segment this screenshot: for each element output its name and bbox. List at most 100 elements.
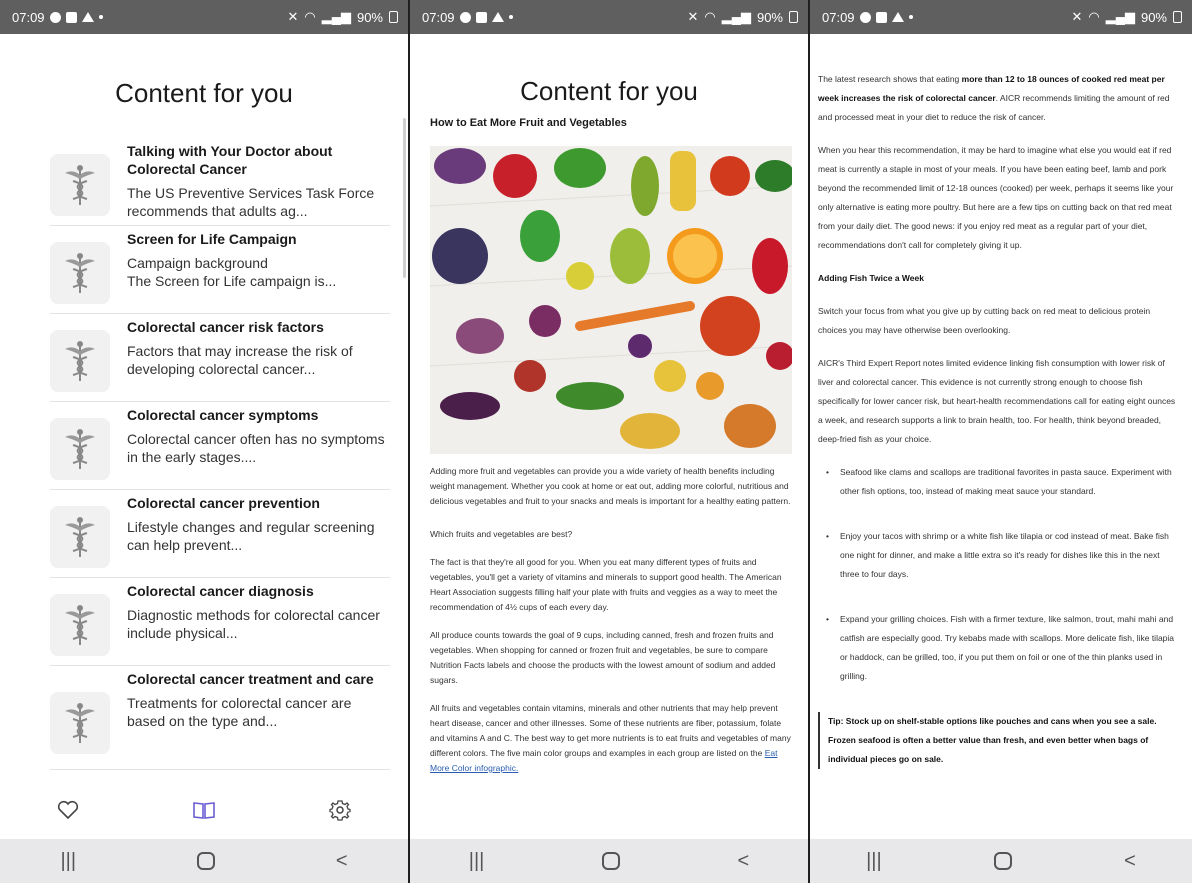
wifi-icon: ◠ — [704, 9, 716, 24]
list-item[interactable]: Talking with Your Doctor about Colorecta… — [50, 138, 390, 226]
mute-icon: ✕ — [1071, 9, 1083, 24]
list-item[interactable]: Colorectal cancer treatment and care Tre… — [50, 666, 390, 770]
caduceus-icon — [50, 594, 110, 656]
recent-apps-button[interactable]: ||| — [60, 850, 76, 873]
signal-icon: ▂▄▆ — [721, 9, 751, 24]
paragraph: Switch your focus from what you give up … — [818, 306, 1151, 335]
paragraph: All fruits and vegetables contain vitami… — [430, 701, 794, 776]
gear-icon — [329, 799, 351, 821]
dot-icon — [508, 15, 513, 19]
section-heading: Adding Fish Twice a Week — [818, 273, 924, 283]
cast-icon — [475, 11, 487, 23]
list-item: Seafood like clams and scallops are trad… — [826, 463, 1178, 501]
paragraph: The latest research shows that eating mo… — [818, 70, 1178, 127]
item-description: Colorectal cancer often has no symptoms … — [127, 431, 385, 465]
notification-icon — [859, 11, 871, 23]
caduceus-icon — [50, 154, 110, 216]
alert-icon — [491, 12, 504, 22]
status-time: 07:09 — [12, 9, 45, 25]
caduceus-icon — [50, 506, 110, 568]
system-navigation-bar: ||| < — [0, 839, 408, 883]
item-description: Lifestyle changes and regular screening … — [127, 519, 375, 553]
page-title: Content for you — [520, 76, 698, 106]
battery-icon — [1173, 11, 1182, 23]
paragraph: AICR's Third Expert Report notes limited… — [818, 358, 1176, 444]
notification-icon — [49, 11, 61, 23]
page-title: Content for you — [115, 78, 293, 108]
item-title: Colorectal cancer prevention — [127, 495, 320, 511]
alert-icon — [81, 12, 94, 22]
list-item[interactable]: Colorectal cancer prevention Lifestyle c… — [50, 490, 390, 578]
item-description: The US Preventive Services Task Force re… — [127, 185, 375, 219]
recent-apps-button[interactable]: ||| — [469, 850, 485, 873]
mute-icon: ✕ — [287, 9, 299, 24]
battery-icon — [389, 11, 398, 23]
article-body: The latest research shows that eating mo… — [818, 70, 1178, 769]
book-icon — [193, 801, 215, 819]
battery-level: 90% — [1140, 9, 1167, 25]
article-body: Adding more fruit and vegetables can pro… — [430, 464, 794, 789]
back-button[interactable]: < — [738, 850, 750, 873]
wifi-icon: ◠ — [1088, 9, 1100, 24]
status-bar: 07:09 ✕ ◠ ▂▄▆ 90% — [810, 0, 1192, 34]
caduceus-icon — [50, 330, 110, 392]
back-button[interactable]: < — [1124, 850, 1136, 873]
tab-library[interactable] — [192, 800, 216, 825]
list-item: Enjoy your tacos with shrimp or a white … — [826, 527, 1178, 584]
home-button[interactable] — [993, 852, 1012, 870]
alert-icon — [891, 12, 904, 22]
home-button[interactable] — [196, 852, 215, 870]
signal-icon: ▂▄▆ — [321, 9, 351, 24]
dot-icon — [98, 15, 103, 19]
dot-icon — [908, 15, 913, 19]
article-title: How to Eat More Fruit and Vegetables — [430, 117, 627, 129]
status-time: 07:09 — [822, 9, 855, 25]
home-button[interactable] — [601, 852, 620, 870]
screen-article-fish: 07:09 ✕ ◠ ▂▄▆ 90% The latest research sh… — [810, 0, 1192, 883]
cast-icon — [65, 11, 77, 23]
tip-callout: Tip: Stock up on shelf-stable options li… — [818, 712, 1178, 769]
paragraph-text: The latest research shows that eating — [818, 74, 962, 84]
tab-favorites[interactable] — [57, 800, 79, 825]
battery-icon — [789, 11, 798, 23]
item-title: Colorectal cancer symptoms — [127, 407, 319, 423]
list-item[interactable]: Colorectal cancer diagnosis Diagnostic m… — [50, 578, 390, 666]
screen-content-list: 07:09 ✕ ◠ ▂▄▆ 90% Content for you Talkin… — [0, 0, 408, 883]
list-item[interactable]: Screen for Life Campaign Campaign backgr… — [50, 226, 390, 314]
paragraph: When you hear this recommendation, it ma… — [818, 145, 1174, 250]
item-description: Campaign background The Screen for Life … — [127, 255, 337, 289]
item-description: Factors that may increase the risk of de… — [127, 343, 353, 377]
scrollbar[interactable] — [403, 118, 406, 278]
item-title: Screen for Life Campaign — [127, 231, 297, 247]
recent-apps-button[interactable]: ||| — [866, 850, 882, 873]
paragraph: The fact is that they're all good for yo… — [430, 557, 782, 612]
content-list: Talking with Your Doctor about Colorecta… — [50, 138, 390, 770]
item-description: Treatments for colorectal cancer are bas… — [127, 695, 352, 729]
list-item[interactable]: Colorectal cancer symptoms Colorectal ca… — [50, 402, 390, 490]
caduceus-icon — [50, 692, 110, 754]
caduceus-icon — [50, 418, 110, 480]
tips-list: Seafood like clams and scallops are trad… — [818, 463, 1178, 686]
cast-icon — [875, 11, 887, 23]
battery-level: 90% — [756, 9, 783, 25]
item-title: Colorectal cancer risk factors — [127, 319, 324, 335]
heart-icon — [57, 800, 78, 819]
notification-icon — [459, 11, 471, 23]
tab-settings[interactable] — [329, 799, 351, 826]
status-bar: 07:09 ✕ ◠ ▂▄▆ 90% — [0, 0, 408, 34]
status-bar: 07:09 ✕ ◠ ▂▄▆ 90% — [410, 0, 808, 34]
mute-icon: ✕ — [687, 9, 699, 24]
item-title: Talking with Your Doctor about Colorecta… — [127, 143, 333, 177]
screen-article-fruit: 07:09 ✕ ◠ ▂▄▆ 90% Content for you How to… — [410, 0, 808, 883]
item-title: Colorectal cancer diagnosis — [127, 583, 314, 599]
battery-level: 90% — [356, 9, 383, 25]
paragraph-text: All fruits and vegetables contain vitami… — [430, 703, 791, 758]
back-button[interactable]: < — [336, 850, 348, 873]
signal-icon: ▂▄▆ — [1105, 9, 1135, 24]
list-item: Expand your grilling choices. Fish with … — [826, 610, 1178, 686]
caduceus-icon — [50, 242, 110, 304]
paragraph: All produce counts towards the goal of 9… — [430, 630, 776, 685]
list-item[interactable]: Colorectal cancer risk factors Factors t… — [50, 314, 390, 402]
paragraph: Adding more fruit and vegetables can pro… — [430, 466, 791, 506]
status-time: 07:09 — [422, 9, 455, 25]
